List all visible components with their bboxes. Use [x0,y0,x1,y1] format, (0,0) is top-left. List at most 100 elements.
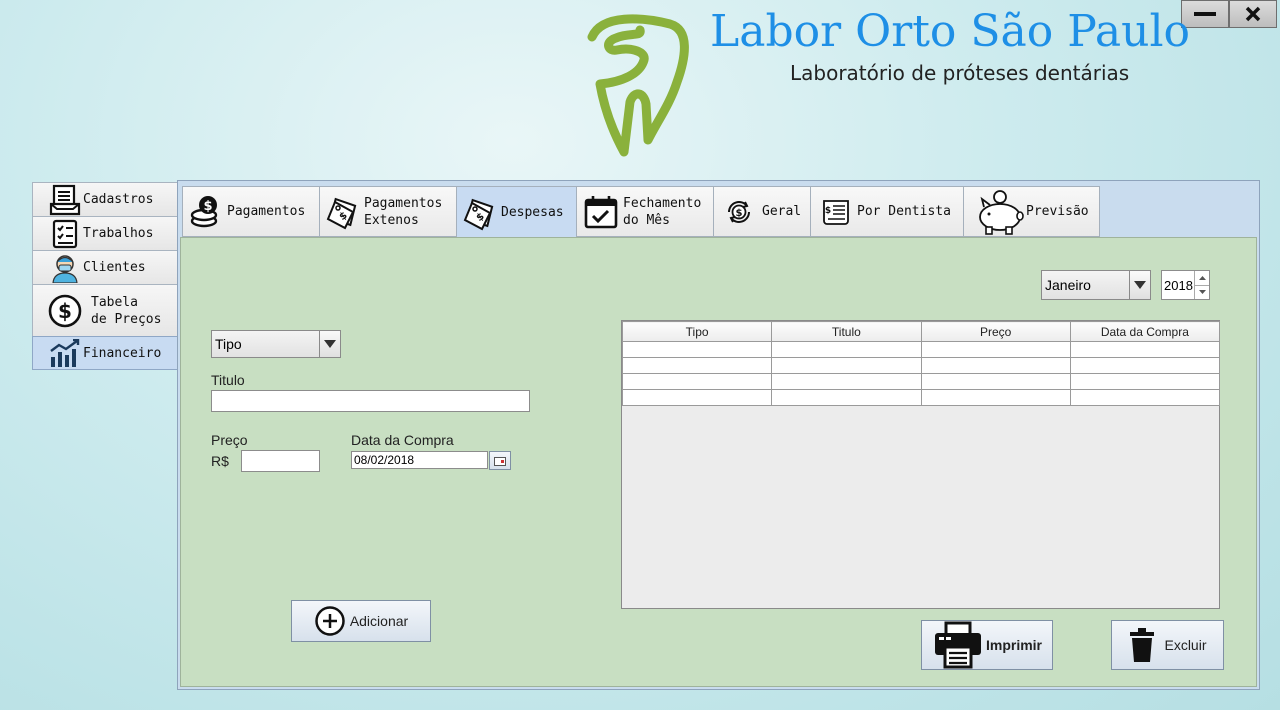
tab-por-dentista[interactable]: $ Por Dentista [810,186,964,237]
invoice-icon: $ [821,198,851,226]
spinner-up-icon[interactable] [1195,271,1209,286]
calendar-icon [494,453,506,469]
spinner-down-icon[interactable] [1195,286,1209,300]
sidebar-item-label: Cadastros [83,192,154,207]
price-tags-icon: $ [326,194,360,230]
sidebar-item-cadastros[interactable]: Cadastros [32,182,178,216]
table-cell[interactable] [621,373,773,390]
table-cell[interactable] [1069,341,1221,358]
tab-label: Extenos [364,212,419,228]
trash-icon [1128,627,1156,663]
tab-geral[interactable]: $ Geral [713,186,811,237]
date-picker-button[interactable] [489,451,511,470]
tipo-select[interactable]: Tipo [211,330,341,358]
table-cell[interactable] [621,389,773,406]
dollar-cycle-icon: $ [724,197,754,227]
sidebar-item-label: Clientes [83,260,146,275]
tipo-value: Tipo [215,336,242,352]
month-value: Janeiro [1045,277,1091,293]
data-compra-input[interactable]: 08/02/2018 [351,451,488,469]
sidebar-item-trabalhos[interactable]: Trabalhos [32,216,178,250]
tab-pagamentos-extenos[interactable]: $ Pagamentos Extenos [319,186,457,237]
table-row[interactable] [621,373,1221,390]
sidebar-item-financeiro[interactable]: Financeiro [32,336,178,370]
table-cell[interactable] [1069,373,1221,390]
coins-icon: $ [189,195,223,229]
tab-label: Geral [762,204,802,219]
table-cell[interactable] [771,389,922,406]
checklist-icon [47,219,83,249]
close-button[interactable] [1229,0,1277,28]
tab-label: Pagamentos [364,195,443,211]
titulo-label: Titulo [211,372,245,388]
sidebar-item-label: de Preços [91,311,162,327]
imprimir-label: Imprimir [985,637,1042,653]
app-title: Labor Orto São Paulo [710,6,1191,57]
register-form-icon [47,184,83,216]
tab-previsao[interactable]: Previsão [963,186,1100,237]
adicionar-label: Adicionar [349,613,409,629]
calendar-check-icon [583,194,619,230]
despesas-table[interactable]: Tipo Titulo Preço Data da Compra [621,320,1221,609]
table-cell[interactable] [1069,389,1221,406]
table-row[interactable] [621,341,1221,358]
tooth-logo [582,12,692,161]
app-subtitle: Laboratório de próteses dentárias [790,61,1130,85]
svg-text:$: $ [736,208,743,219]
table-cell[interactable] [621,357,773,374]
table-cell[interactable] [621,341,773,358]
sidebar-item-label: Tabela [91,294,138,310]
column-header-titulo[interactable]: Titulo [771,321,922,342]
data-compra-label: Data da Compra [351,432,454,448]
price-tags-icon: $ [463,195,497,231]
table-cell[interactable] [771,341,922,358]
sidebar-item-tabela-precos[interactable]: $ Tabela de Preços [32,284,178,336]
growth-chart-icon [47,339,83,367]
excluir-button[interactable]: Excluir [1111,620,1224,670]
preco-label: Preço [211,432,248,448]
adicionar-button[interactable]: Adicionar [291,600,431,642]
piggy-bank-icon [974,189,1026,235]
preco-input[interactable] [241,450,320,472]
printer-icon [932,621,984,669]
imprimir-button[interactable]: Imprimir [921,620,1053,670]
table-row[interactable] [621,389,1221,406]
table-cell[interactable] [920,341,1071,358]
tab-label: do Mês [623,212,670,228]
excluir-label: Excluir [1164,637,1207,653]
sidebar-item-label: Financeiro [83,345,162,361]
year-spinner[interactable]: 2018 [1161,270,1210,300]
column-header-data-compra[interactable]: Data da Compra [1069,321,1221,342]
minimize-icon [1194,9,1216,19]
month-select[interactable]: Janeiro [1041,270,1151,300]
tab-label: Previsão [1026,204,1089,219]
currency-label: R$ [211,453,229,469]
chevron-down-icon [319,331,340,357]
table-cell[interactable] [771,357,922,374]
tab-label: Fechamento [623,195,702,211]
tab-label: Por Dentista [857,204,951,219]
table-cell[interactable] [920,373,1071,390]
column-header-preco[interactable]: Preço [920,321,1071,342]
close-icon [1244,5,1262,23]
dentist-icon [47,253,83,283]
tab-pagamentos[interactable]: $ Pagamentos [182,186,320,237]
plus-circle-icon [314,605,346,637]
tab-fechamento-mes[interactable]: Fechamento do Mês [576,186,714,237]
sidebar-item-clientes[interactable]: Clientes [32,250,178,284]
table-cell[interactable] [920,357,1071,374]
column-header-tipo[interactable]: Tipo [621,321,773,342]
tab-label: Despesas [501,205,564,220]
sidebar-nav: Cadastros Trabalhos Clientes $ Tabela de… [32,182,178,370]
tab-despesas[interactable]: $ Despesas [456,186,577,238]
svg-text:$: $ [825,206,831,216]
table-cell[interactable] [1069,357,1221,374]
year-value: 2018 [1164,277,1193,293]
dollar-coin-icon: $ [47,293,83,329]
chevron-down-icon [1129,271,1150,299]
table-cell[interactable] [771,373,922,390]
table-row[interactable] [621,357,1221,374]
table-cell[interactable] [920,389,1071,406]
svg-text:$: $ [203,199,212,214]
titulo-input[interactable] [211,390,530,412]
